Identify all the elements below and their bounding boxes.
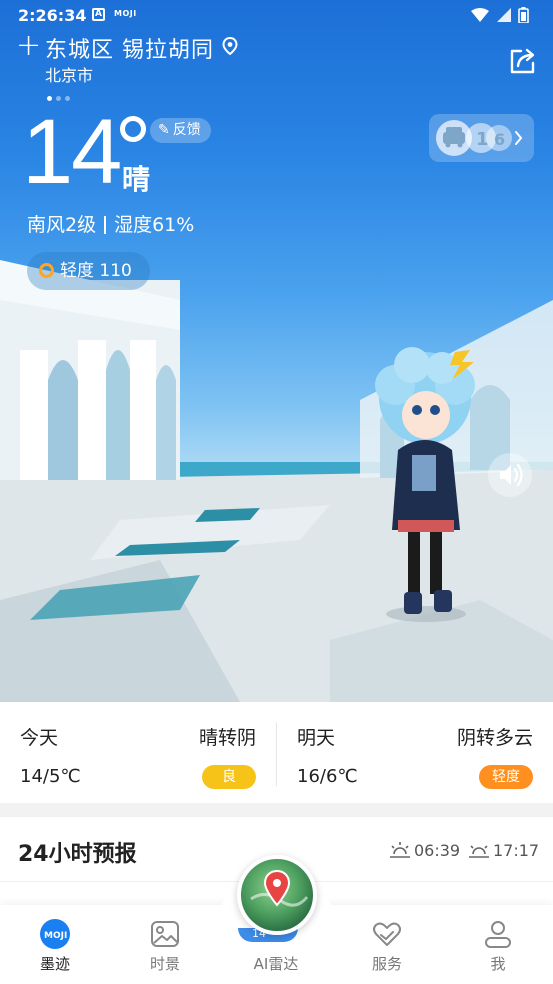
sunset-icon bbox=[469, 845, 489, 858]
speaker-icon bbox=[500, 463, 523, 487]
car-icon: 1 6 bbox=[436, 120, 523, 156]
today-summary[interactable]: 今天 晴转阴 14/5℃ 良 bbox=[0, 702, 276, 803]
nav-label: 服务 bbox=[371, 955, 402, 973]
weather-hero: 2:26:34 A MOJI + 东城区 锡拉胡同 北京市 14 晴 ✎ 反馈 南… bbox=[0, 0, 553, 702]
daily-summary-card: 今天 晴转阴 14/5℃ 良 明天 阴转多云 16/6℃ 轻度 bbox=[0, 702, 553, 803]
status-time: 2:26:34 bbox=[18, 6, 87, 25]
nav-label: 我 bbox=[490, 955, 506, 973]
svg-text:6: 6 bbox=[494, 130, 505, 149]
location-title[interactable]: 东城区 锡拉胡同 bbox=[45, 32, 214, 64]
tomorrow-condition: 阴转多云 bbox=[456, 727, 533, 749]
signal-icon bbox=[497, 8, 511, 22]
nav-services[interactable]: 服务 bbox=[332, 905, 442, 984]
system-status-icons bbox=[471, 7, 529, 23]
location-city: 北京市 bbox=[45, 66, 94, 85]
wind-text: 南风2级 bbox=[27, 214, 97, 236]
location-pin-icon bbox=[222, 37, 238, 55]
sound-toggle-button[interactable] bbox=[488, 453, 532, 497]
nav-label: AI雷达 bbox=[253, 955, 299, 973]
user-icon bbox=[485, 921, 511, 948]
a-icon: A bbox=[92, 8, 105, 21]
air-quality-button[interactable]: 轻度 110 bbox=[27, 252, 150, 290]
degree-symbol bbox=[120, 116, 146, 142]
tomorrow-label: 明天 bbox=[297, 727, 336, 749]
photo-icon bbox=[151, 921, 179, 947]
aqi-label: 轻度 110 bbox=[60, 261, 132, 281]
nav-me[interactable]: 我 bbox=[443, 905, 553, 984]
moji-icon: MOJI bbox=[114, 9, 137, 18]
today-aqi-badge: 良 bbox=[202, 765, 256, 789]
sunrise-time: 06:39 bbox=[414, 841, 461, 860]
sunrise-icon bbox=[390, 842, 410, 858]
moji-logo-icon: MOJI bbox=[40, 919, 70, 949]
aqi-ring-icon bbox=[39, 263, 54, 278]
add-city-button[interactable]: + bbox=[16, 31, 41, 61]
tomorrow-aqi-badge: 轻度 bbox=[479, 765, 533, 789]
tomorrow-summary[interactable]: 明天 阴转多云 16/6℃ 轻度 bbox=[277, 702, 553, 803]
divider bbox=[104, 216, 107, 234]
heart-hands-icon bbox=[373, 922, 401, 946]
current-temperature: 14 bbox=[22, 101, 122, 203]
sunset-time: 17:17 bbox=[493, 841, 540, 860]
humidity-text: 湿度61% bbox=[114, 214, 195, 236]
nav-scenes[interactable]: 时景 bbox=[110, 905, 220, 984]
radar-globe-icon[interactable] bbox=[237, 855, 317, 935]
tomorrow-temp-range: 16/6℃ bbox=[297, 766, 358, 787]
nav-moji[interactable]: MOJI 墨迹 bbox=[0, 905, 110, 984]
nav-label: 时景 bbox=[149, 955, 180, 973]
share-icon[interactable] bbox=[507, 46, 537, 76]
map-pin-icon bbox=[250, 869, 309, 907]
feedback-label: 反馈 bbox=[172, 122, 201, 138]
feedback-button[interactable]: ✎ 反馈 bbox=[150, 118, 211, 143]
today-label: 今天 bbox=[20, 727, 59, 749]
today-temp-range: 14/5℃ bbox=[20, 766, 81, 787]
today-condition: 晴转阴 bbox=[198, 727, 256, 749]
nav-label: 墨迹 bbox=[39, 955, 70, 973]
wifi-icon bbox=[471, 8, 489, 22]
traffic-restriction-widget[interactable]: 1 6 bbox=[429, 114, 534, 162]
hourly-title: 24小时预报 bbox=[18, 842, 137, 867]
svg-text:MOJI: MOJI bbox=[44, 931, 67, 941]
status-bar: 2:26:34 A MOJI bbox=[0, 0, 553, 30]
wind-humidity: 南风2级 湿度61% bbox=[27, 210, 194, 237]
current-condition: 晴 bbox=[122, 163, 151, 196]
pencil-icon: ✎ bbox=[158, 122, 170, 138]
